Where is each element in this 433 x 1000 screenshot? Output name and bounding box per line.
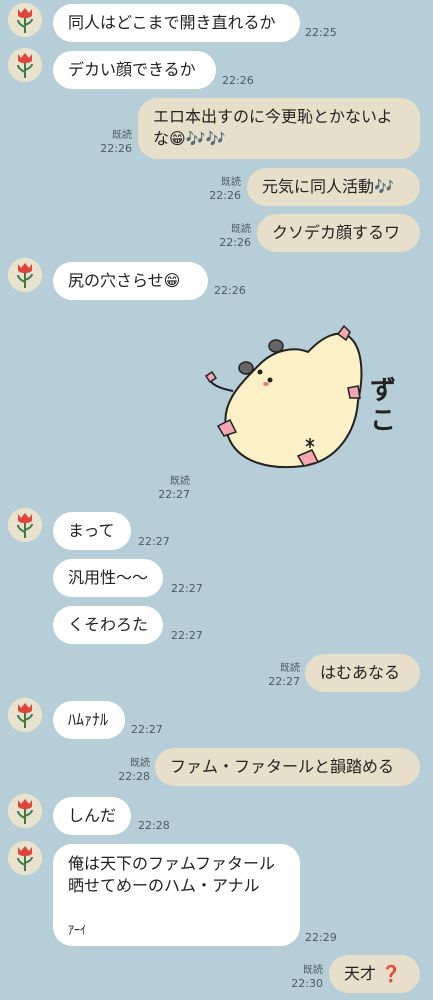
avatar[interactable]	[8, 794, 42, 828]
message-time: 22:27	[171, 582, 203, 595]
avatar[interactable]	[8, 258, 42, 292]
hamster-sticker[interactable]: ずこ	[198, 316, 420, 488]
message-time: 22:27	[131, 723, 163, 736]
read-receipt: 既読	[221, 177, 241, 188]
message-meta: 既読 22:28	[116, 757, 150, 783]
message-meta: 既読 22:27	[156, 475, 190, 501]
message-line: 俺は天下のファムファタール	[68, 854, 276, 873]
message-bubble[interactable]: クソデカ顔するワ	[257, 214, 420, 252]
message-text: 天才	[344, 964, 377, 983]
message-line: 晒せてめーのハム・アナル	[68, 876, 260, 895]
message-meta: 既読 22:26	[207, 176, 241, 202]
message-bubble[interactable]: くそわろた	[53, 606, 163, 644]
message-bubble[interactable]: 尻の穴さらせ😁	[53, 262, 208, 300]
read-receipt: 既読	[130, 758, 150, 769]
question-mark-emoji-icon: ❓	[381, 964, 402, 983]
red-tulip-avatar-icon	[8, 508, 42, 542]
message-time: 22:28	[138, 819, 170, 832]
message-bubble[interactable]: 天才 ❓	[329, 955, 420, 993]
red-tulip-avatar-icon	[8, 794, 42, 828]
message-time: 22:26	[209, 189, 241, 202]
message-bubble[interactable]: はむあなる	[305, 654, 420, 692]
read-receipt: 既読	[231, 224, 251, 235]
message-time: 22:27	[171, 629, 203, 642]
message-time: 22:26	[219, 236, 251, 249]
message-bubble[interactable]: 俺は天下のファムファタール 晒せてめーのハム・アナル ｱｰｲ	[53, 844, 300, 946]
message-meta: 既読 22:30	[289, 964, 323, 990]
message-bubble[interactable]: 汎用性〜〜	[53, 559, 163, 597]
sticker-text: ずこ	[370, 376, 397, 436]
message-bubble[interactable]: ﾊﾑｧﾅﾙ	[53, 701, 125, 739]
read-receipt: 既読	[303, 965, 323, 976]
message-meta: 既読 22:26	[100, 129, 132, 155]
message-bubble[interactable]: エロ本出すのに今更恥とかないよ な😁🎶🎶	[138, 98, 420, 159]
message-time: 22:27	[268, 675, 300, 688]
message-line: な😁🎶🎶	[153, 129, 226, 148]
message-bubble[interactable]: 元気に同人活動🎶	[247, 168, 420, 206]
message-time: 22:26	[222, 74, 254, 87]
message-bubble[interactable]: ファム・ファタールと韻踏める	[155, 748, 420, 786]
message-line: エロ本出すのに今更恥とかないよ	[153, 107, 393, 126]
message-meta: 既読 22:26	[217, 223, 251, 249]
read-receipt: 既読	[280, 663, 300, 674]
message-bubble[interactable]: デカい顔できるか	[53, 51, 216, 89]
message-line: ｱｰｲ	[68, 923, 87, 937]
message-time: 22:25	[305, 26, 337, 39]
avatar[interactable]	[8, 3, 42, 37]
read-receipt: 既読	[170, 476, 190, 487]
message-time: 22:29	[305, 931, 337, 944]
red-tulip-avatar-icon	[8, 3, 42, 37]
message-bubble[interactable]: まって	[53, 512, 131, 550]
avatar[interactable]	[8, 48, 42, 82]
avatar[interactable]	[8, 508, 42, 542]
red-tulip-avatar-icon	[8, 258, 42, 292]
message-bubble[interactable]: しんだ	[53, 797, 131, 835]
message-time: 22:27	[138, 535, 170, 548]
message-bubble[interactable]: 同人はどこまで開き直れるか	[53, 4, 300, 42]
message-time: 22:26	[100, 142, 132, 155]
red-tulip-avatar-icon	[8, 698, 42, 732]
message-meta: 既読 22:27	[266, 662, 300, 688]
read-receipt: 既読	[112, 130, 132, 141]
red-tulip-avatar-icon	[8, 841, 42, 875]
message-time: 22:27	[158, 488, 190, 501]
avatar[interactable]	[8, 841, 42, 875]
message-time: 22:26	[214, 284, 246, 297]
message-time: 22:28	[118, 770, 150, 783]
avatar[interactable]	[8, 698, 42, 732]
red-tulip-avatar-icon	[8, 48, 42, 82]
message-time: 22:30	[291, 977, 323, 990]
